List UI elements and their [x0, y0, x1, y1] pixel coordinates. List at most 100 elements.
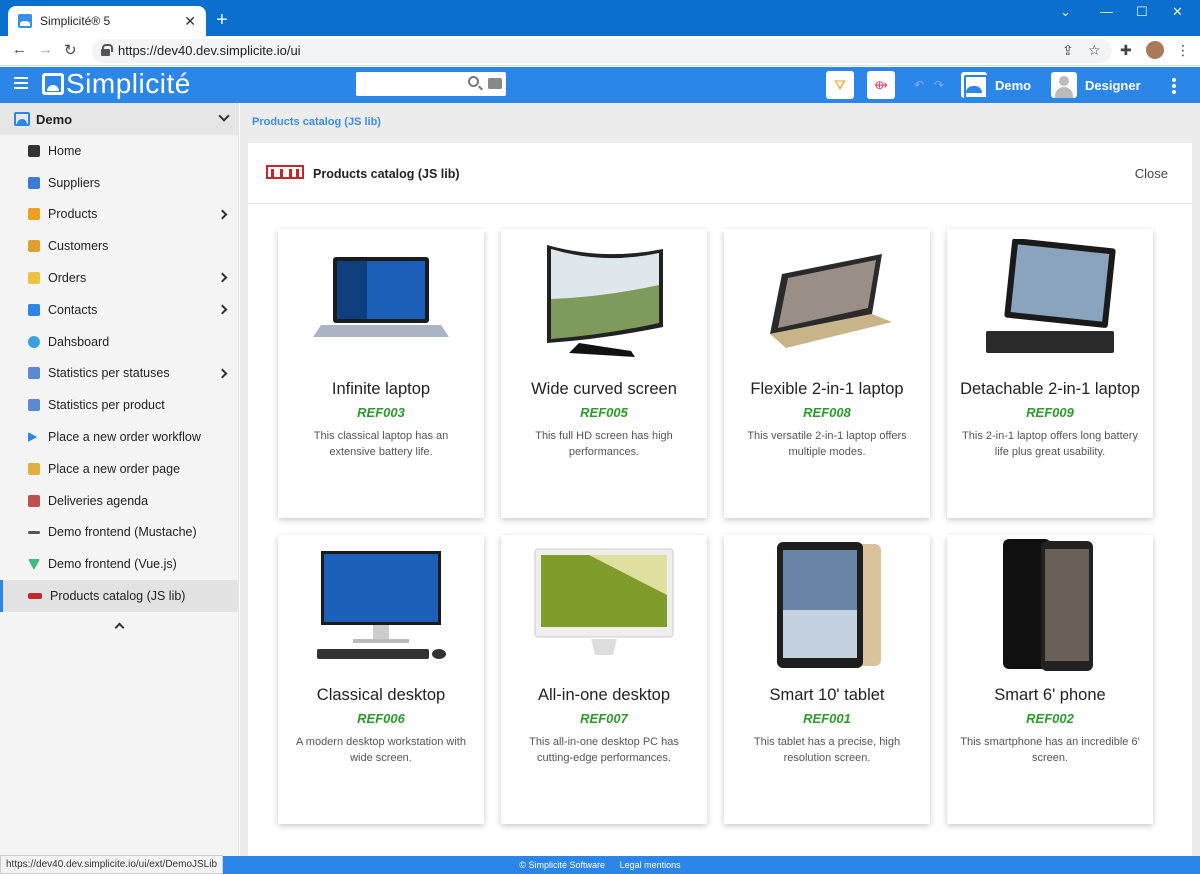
bookmark-star-icon[interactable]: ☆: [1088, 42, 1101, 59]
sidebar-item[interactable]: Products: [0, 199, 238, 231]
app-header: Simplicité ⛛ ⟴ ↶ ↷ Demo Designer: [0, 67, 1200, 103]
product-name: Classical desktop: [316, 686, 446, 704]
product-ref: REF009: [1026, 405, 1074, 420]
product-name: Detachable 2-in-1 laptop: [960, 380, 1140, 398]
reload-icon[interactable]: ↻: [64, 41, 77, 59]
home-icon: [28, 144, 40, 157]
sidebar-scope-header[interactable]: Demo: [0, 103, 238, 135]
product-image[interactable]: [947, 235, 1153, 363]
sidebar-item[interactable]: Place a new order workflow: [0, 421, 238, 453]
product-card[interactable]: All-in-one desktop REF007 This all-in-one …: [501, 535, 707, 824]
collapse-sidebar-button[interactable]: [0, 612, 238, 640]
user-menu[interactable]: Designer: [1051, 70, 1141, 100]
sidebar-item-label: Deliveries agenda: [48, 493, 149, 508]
maximize-icon[interactable]: ☐: [1136, 4, 1148, 20]
product-card[interactable]: Smart 6' phone REF002 This smartphone has …: [947, 535, 1153, 824]
hamburger-menu-icon[interactable]: [14, 77, 28, 91]
sidebar-item[interactable]: Place a new order page: [0, 453, 238, 485]
sidebar-item-label: Orders: [48, 271, 87, 286]
app-menu-icon[interactable]: [1172, 78, 1176, 96]
product-card[interactable]: Smart 10' tablet REF001 This tablet has a …: [724, 535, 930, 824]
chevron-up-icon: [114, 623, 124, 633]
sidebar-menu: Home Suppliers Products Customers Orders Cont…: [0, 135, 238, 612]
product-image[interactable]: [501, 541, 707, 669]
product-description: A modern desktop workstation with wide s…: [296, 736, 466, 764]
product-card[interactable]: Flexible 2-in-1 laptop REF008 This versati…: [724, 229, 930, 518]
sidebar-item[interactable]: Dahsboard: [0, 326, 238, 358]
product-ref: REF008: [803, 405, 851, 420]
product-image[interactable]: [278, 235, 484, 363]
undo-icon[interactable]: ↶: [914, 78, 924, 92]
share-network-button[interactable]: ⟴: [867, 71, 895, 99]
redo-icon[interactable]: ↷: [934, 78, 944, 92]
chevron-down-icon[interactable]: [218, 110, 230, 122]
browser-tab[interactable]: Simplicité® 5 ✕: [8, 6, 206, 36]
product-image[interactable]: [724, 235, 930, 363]
browser-titlebar: Simplicité® 5 ✕ + ⌄ — ☐ ✕: [0, 0, 1200, 36]
window-close-icon[interactable]: ✕: [1172, 4, 1183, 20]
extensions-icon[interactable]: ✚: [1120, 42, 1132, 59]
sidebar-item-label: Demo frontend (Vue.js): [48, 557, 177, 572]
product-image[interactable]: [278, 541, 484, 669]
legal-mentions-link[interactable]: Legal mentions: [620, 860, 681, 870]
status-url: https://dev40.dev.simplicite.io/ui/ext/D…: [0, 855, 224, 874]
tab-close-icon[interactable]: ✕: [184, 13, 196, 30]
calendar-icon: [28, 494, 40, 507]
product-card[interactable]: Detachable 2-in-1 laptop REF009 This 2-in-…: [947, 229, 1153, 518]
sidebar-item[interactable]: Products catalog (JS lib): [0, 580, 238, 612]
sidebar-item[interactable]: Statistics per statuses: [0, 358, 238, 390]
suppliers-icon: [28, 176, 40, 189]
product-image[interactable]: [724, 541, 930, 669]
product-ref: REF005: [580, 405, 628, 420]
forward-icon[interactable]: →: [38, 41, 53, 58]
sidebar-item[interactable]: Suppliers: [0, 167, 238, 199]
sidebar-item[interactable]: Demo frontend (Mustache): [0, 517, 238, 549]
product-ref: REF007: [580, 711, 628, 726]
sidebar: Demo Home Suppliers Products Customers Order…: [0, 103, 239, 856]
product-image[interactable]: [501, 235, 707, 363]
product-card[interactable]: Classical desktop REF006 A modern desktop …: [278, 535, 484, 824]
product-image[interactable]: [947, 539, 1153, 671]
sidebar-item[interactable]: Deliveries agenda: [0, 485, 238, 517]
sidebar-item[interactable]: Statistics per product: [0, 389, 238, 421]
keyboard-icon[interactable]: [488, 78, 502, 89]
breadcrumb[interactable]: Products catalog (JS lib): [252, 116, 381, 128]
simplicite-favicon-icon: [18, 14, 32, 28]
product-ref: REF002: [1026, 711, 1074, 726]
scope-selector[interactable]: Demo: [961, 70, 1031, 100]
search-icon[interactable]: [468, 76, 479, 87]
contacts-icon: [28, 303, 40, 316]
url-field[interactable]: https://dev40.dev.simplicite.io/ui: [92, 39, 1112, 63]
lock-icon: [101, 44, 113, 56]
sidebar-item[interactable]: Demo frontend (Vue.js): [0, 548, 238, 580]
sidebar-item[interactable]: Orders: [0, 262, 238, 294]
search-input[interactable]: [356, 72, 506, 96]
back-icon[interactable]: ←: [12, 41, 27, 58]
logo-mark-icon: [42, 73, 64, 95]
sidebar-item[interactable]: Home: [0, 135, 238, 167]
profile-avatar[interactable]: [1146, 41, 1164, 59]
chevron-right-icon: [217, 368, 228, 379]
product-card[interactable]: Infinite laptop REF003 This classical lapt…: [278, 229, 484, 518]
chrome-menu-icon[interactable]: ⋮: [1176, 42, 1190, 59]
sidebar-item[interactable]: Customers: [0, 230, 238, 262]
product-description: This all-in-one desktop PC has cutting-e…: [529, 736, 679, 764]
minimize-icon[interactable]: —: [1100, 4, 1113, 19]
product-card[interactable]: Wide curved screen REF005 This full HD scr…: [501, 229, 707, 518]
new-tab-button[interactable]: +: [216, 10, 228, 30]
sidebar-item-label: Suppliers: [48, 175, 101, 190]
simplicite-logo[interactable]: Simplicité: [42, 68, 191, 99]
products-icon: [28, 208, 40, 221]
tab-search-icon[interactable]: ⌄: [1060, 4, 1071, 20]
demo-scope-icon: [961, 72, 987, 98]
order-page-icon: [28, 462, 40, 475]
chevron-right-icon: [217, 209, 228, 220]
search-filter-button[interactable]: ⛛: [826, 71, 854, 99]
product-name: Smart 6' phone: [994, 686, 1106, 704]
close-button[interactable]: Close: [1135, 166, 1168, 181]
share-icon[interactable]: ⇪: [1062, 42, 1074, 59]
user-avatar-icon: [1051, 72, 1077, 98]
product-description: This 2-in-1 laptop offers long battery l…: [962, 430, 1138, 458]
sidebar-item[interactable]: Contacts: [0, 294, 238, 326]
sidebar-item-label: Place a new order workflow: [48, 430, 201, 445]
